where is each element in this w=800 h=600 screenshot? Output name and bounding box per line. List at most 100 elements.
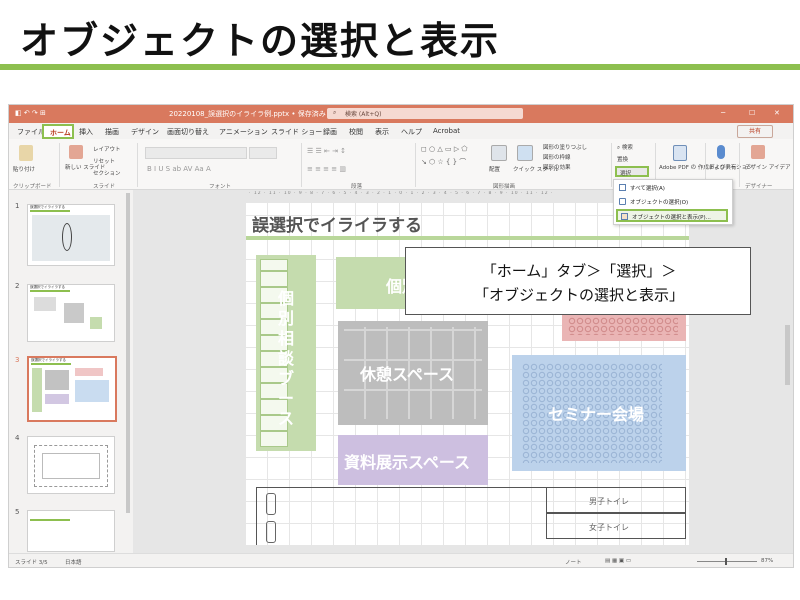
tab-file[interactable]: ファイル bbox=[17, 127, 45, 137]
language-status[interactable]: 日本語 bbox=[65, 558, 82, 566]
powerpoint-window: ◧ ↶ ↷ ⊞ 20220108_誤選択のイライラ例.pptx • 保存済み ⌕… bbox=[8, 104, 794, 568]
door-icon[interactable] bbox=[266, 493, 276, 515]
search-input[interactable]: ⌕ 検索 (Alt+Q) bbox=[327, 108, 523, 119]
designer-icon[interactable] bbox=[751, 145, 765, 159]
find-button[interactable]: ⌕ 検索 bbox=[617, 143, 633, 152]
slide-thumbnail-selected[interactable]: 誤選択でイライラする bbox=[27, 356, 117, 422]
tab-review[interactable]: 校閲 bbox=[349, 127, 363, 137]
slide-count: スライド 3/5 bbox=[15, 560, 48, 566]
shape-effect-button[interactable]: 図形の効果 bbox=[543, 163, 571, 171]
close-icon[interactable]: ✕ bbox=[774, 109, 780, 117]
slide-thumbnail[interactable]: 誤選択でイライラする bbox=[27, 204, 115, 266]
new-slide-icon[interactable] bbox=[69, 145, 83, 159]
slides-group-label: スライド bbox=[93, 184, 116, 190]
share-button[interactable]: 共有 bbox=[737, 125, 773, 138]
seminar-hall-label[interactable]: セミナー会場 bbox=[548, 401, 644, 425]
thumb-number: 2 bbox=[15, 282, 20, 290]
tab-help[interactable]: ヘルプ bbox=[401, 127, 422, 137]
select-all-icon bbox=[619, 184, 626, 191]
canvas-scrollbar[interactable] bbox=[785, 325, 790, 385]
tab-animations[interactable]: アニメーション bbox=[219, 127, 268, 137]
select-all-item[interactable]: すべて選択(A) bbox=[616, 182, 728, 193]
zoom-slider[interactable] bbox=[697, 561, 757, 562]
tab-home[interactable]: ホーム bbox=[42, 124, 74, 139]
designer-label[interactable]: デザイン アイデア bbox=[745, 163, 790, 171]
slide-thumbnail[interactable] bbox=[27, 510, 115, 552]
mens-toilet-label: 男子トイレ bbox=[589, 497, 629, 506]
font-name-select[interactable] bbox=[145, 147, 247, 159]
cursor-icon bbox=[619, 198, 626, 205]
layout-button[interactable]: レイアウト bbox=[93, 145, 121, 153]
view-buttons[interactable]: ▤ ▦ ▣ ▭ bbox=[605, 558, 631, 564]
selection-pane-icon bbox=[621, 213, 628, 220]
select-dropdown-menu: すべて選択(A) オブジェクトの選択(O) オブジェクトの選択と表示(P)... bbox=[613, 179, 733, 225]
window-titlebar: ◧ ↶ ↷ ⊞ 20220108_誤選択のイライラ例.pptx • 保存済み ⌕… bbox=[9, 105, 793, 123]
slide-title[interactable]: 誤選択でイライラする bbox=[252, 211, 422, 236]
wall-line[interactable] bbox=[256, 487, 257, 545]
paste-icon[interactable] bbox=[19, 145, 33, 161]
thumbnails-scrollbar[interactable] bbox=[126, 193, 130, 513]
womens-toilet-room[interactable]: 女子トイレ bbox=[546, 513, 686, 539]
select-objects-item[interactable]: オブジェクトの選択(O) bbox=[616, 196, 728, 207]
selection-pane-item[interactable]: オブジェクトの選択と表示(P)... bbox=[616, 209, 728, 222]
font-format-icons[interactable]: B I U S ab AV Aa A bbox=[147, 165, 211, 173]
ribbon-tabs: ファイル ホーム 挿入 描画 デザイン 画面切り替え アニメーション スライド … bbox=[9, 123, 793, 139]
door-icon[interactable] bbox=[266, 521, 276, 543]
rest-area-label[interactable]: 休憩スペース bbox=[360, 361, 454, 385]
autosave-icon[interactable]: ◧ ↶ ↷ ⊞ bbox=[15, 109, 46, 117]
page-title: オブジェクトの選択と表示 bbox=[20, 19, 501, 63]
instruction-callout: 「ホーム」タブ＞「選択」＞ 「オブジェクトの選択と表示」 bbox=[405, 247, 751, 315]
zoom-slider-handle[interactable] bbox=[725, 558, 727, 565]
section-button[interactable]: セクション bbox=[93, 169, 121, 177]
select-button[interactable]: 選択 bbox=[615, 166, 649, 177]
arrange-icon[interactable] bbox=[491, 145, 507, 161]
shape-fill-button[interactable]: 図形の塗りつぶし bbox=[543, 143, 587, 151]
zoom-level[interactable]: 87% bbox=[761, 558, 773, 564]
slide-thumbnail[interactable] bbox=[27, 436, 115, 494]
designer-group-label: デザイナー bbox=[745, 184, 773, 190]
tab-view[interactable]: 表示 bbox=[375, 127, 389, 137]
thumb-number: 1 bbox=[15, 202, 20, 210]
microphone-icon[interactable] bbox=[717, 145, 725, 159]
shapes-gallery[interactable]: ◻ ○ △ ▭ ▷ ⬠ bbox=[421, 145, 468, 153]
window-filename: 20220108_誤選択のイライラ例.pptx • 保存済み bbox=[169, 110, 326, 118]
notes-button[interactable]: ノート bbox=[565, 558, 582, 566]
paragraph-group-label: 段落 bbox=[351, 184, 363, 190]
adobe-pdf-icon[interactable] bbox=[673, 145, 687, 161]
tab-slideshow[interactable]: スライド ショー bbox=[271, 127, 322, 137]
replace-button[interactable]: 置換 bbox=[617, 155, 628, 163]
reset-button[interactable]: リセット bbox=[93, 157, 115, 165]
arrange-label[interactable]: 配置 bbox=[489, 165, 500, 173]
tab-insert[interactable]: 挿入 bbox=[79, 127, 93, 137]
tab-transitions[interactable]: 画面切り替え bbox=[167, 127, 209, 137]
womens-toilet-label: 女子トイレ bbox=[589, 523, 629, 532]
search-icon: ⌕ bbox=[333, 109, 337, 116]
exhibit-area-label[interactable]: 資料展示スペース bbox=[344, 449, 470, 473]
align-icons[interactable]: ≡ ≡ ≡ ≡ ▥ bbox=[307, 165, 346, 173]
callout-line-1: 「ホーム」タブ＞「選択」＞ bbox=[481, 262, 677, 280]
slide-thumbnail[interactable]: 誤選択でイライラする bbox=[27, 284, 115, 342]
consult-booth-label[interactable]: 個別相談ブース bbox=[278, 289, 300, 429]
tab-draw[interactable]: 描画 bbox=[105, 127, 119, 137]
thumb-number: 4 bbox=[15, 434, 20, 442]
callout-line-2: 「オブジェクトの選択と表示」 bbox=[473, 286, 684, 304]
mens-toilet-room[interactable]: 男子トイレ bbox=[546, 487, 686, 513]
tab-acrobat[interactable]: Acrobat bbox=[433, 127, 460, 135]
slide-title-underline[interactable] bbox=[246, 236, 689, 240]
pink-area-chairs[interactable] bbox=[568, 317, 678, 335]
thumb-number: 3 bbox=[15, 356, 20, 364]
font-size-select[interactable] bbox=[249, 147, 277, 159]
clipboard-group-label: クリップボード bbox=[13, 184, 52, 190]
shape-outline-button[interactable]: 図形の枠線 bbox=[543, 153, 571, 161]
font-group-label: フォント bbox=[209, 184, 232, 190]
minimize-icon[interactable]: ─ bbox=[721, 109, 725, 117]
select-label: 選択 bbox=[620, 171, 632, 177]
title-underline bbox=[0, 64, 800, 70]
tab-design[interactable]: デザイン bbox=[131, 127, 159, 137]
status-bar: スライド 3/5 日本語 ノート ▤ ▦ ▣ ▭ 87% bbox=[9, 553, 793, 567]
maximize-icon[interactable]: ☐ bbox=[749, 109, 755, 117]
list-icons[interactable]: ☰ ☰ ⇤ ⇥ ↕ bbox=[307, 147, 346, 155]
thumb-number: 5 bbox=[15, 508, 20, 516]
quick-style-icon[interactable] bbox=[517, 145, 533, 161]
tab-record[interactable]: 録画 bbox=[323, 127, 337, 137]
